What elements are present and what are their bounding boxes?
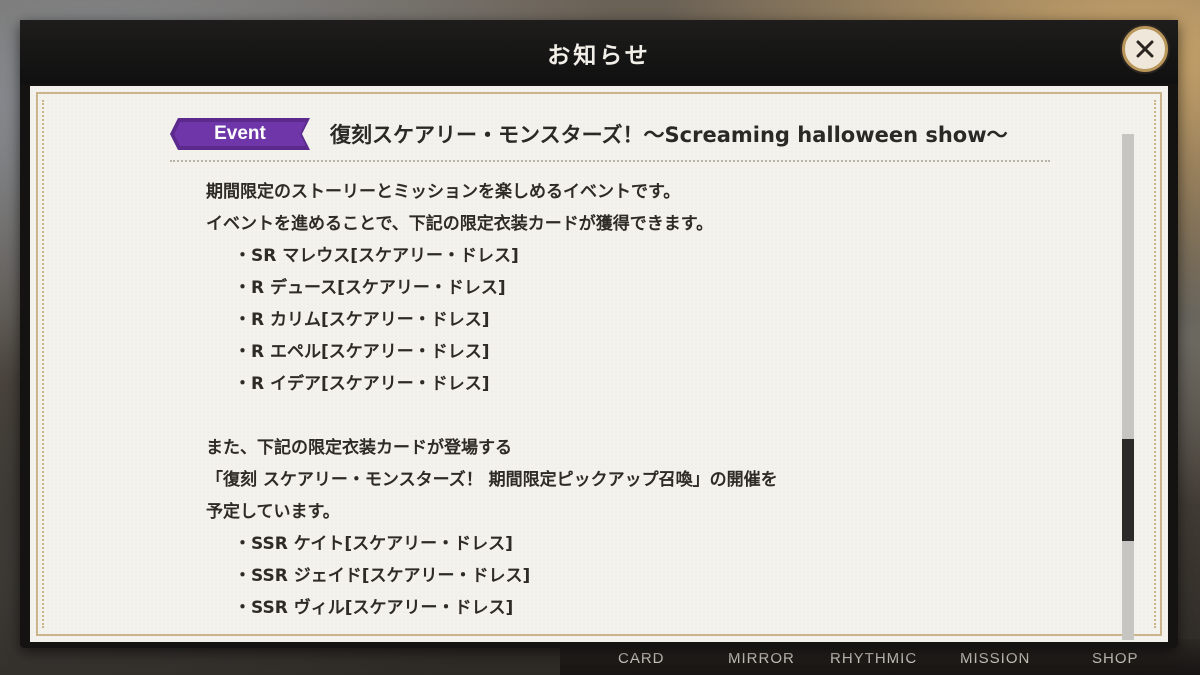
nav-mirror[interactable]: MIRROR: [728, 650, 795, 667]
card-list-item: ・R イデア[スケアリー・ドレス]: [234, 374, 490, 394]
card-list-item: ・SSR ケイト[スケアリー・ドレス]: [234, 534, 513, 554]
dialog-title: お知らせ: [547, 43, 651, 69]
card-list-item: ・R カリム[スケアリー・ドレス]: [234, 310, 490, 330]
notice-body: 期間限定のストーリーとミッションを楽しめるイベントです。 イベントを進めることで…: [206, 176, 1050, 624]
card-list-item: ・R エペル[スケアリー・ドレス]: [234, 342, 490, 362]
card-list-item: ・SSR ヴィル[スケアリー・ドレス]: [234, 598, 514, 618]
notice-title-row: Event 復刻スケアリー・モンスターズ！〜Screaming hallowee…: [170, 116, 1050, 152]
nav-rhythmic[interactable]: RHYTHMIC: [830, 650, 917, 667]
card-list-item: ・SR マレウス[スケアリー・ドレス]: [234, 246, 519, 266]
title-divider: [170, 160, 1050, 162]
notice-title: 復刻スケアリー・モンスターズ！〜Screaming halloween show…: [330, 123, 1008, 147]
notice-content: Event 復刻スケアリー・モンスターズ！〜Screaming hallowee…: [170, 116, 1050, 624]
body-line: イベントを進めることで、下記の限定衣装カードが獲得できます。: [206, 214, 714, 234]
dialog-header: お知らせ: [20, 20, 1178, 84]
nav-card[interactable]: CARD: [618, 650, 665, 667]
notice-dialog: お知らせ Event 復刻スケアリー・モンスターズ！〜Screaming hal…: [20, 20, 1178, 648]
scrollbar-thumb[interactable]: [1122, 439, 1134, 541]
body-line: 「復刻 スケアリー・モンスターズ！ 期間限定ピックアップ召喚」の開催を: [206, 470, 778, 490]
body-line: また、下記の限定衣装カードが登場する: [206, 438, 512, 458]
scrollbar-track[interactable]: [1122, 134, 1134, 640]
body-line: 予定しています。: [206, 502, 340, 522]
body-blank-line: [206, 400, 1050, 432]
event-badge: Event: [170, 118, 310, 150]
nav-mission[interactable]: MISSION: [960, 650, 1030, 667]
card-list-item: ・SSR ジェイド[スケアリー・ドレス]: [234, 566, 531, 586]
close-x-icon: [1136, 40, 1154, 58]
nav-shop[interactable]: SHOP: [1092, 650, 1139, 667]
close-button[interactable]: [1122, 26, 1168, 72]
body-line: 期間限定のストーリーとミッションを楽しめるイベントです。: [206, 182, 681, 202]
card-list-item: ・R デュース[スケアリー・ドレス]: [234, 278, 506, 298]
notice-paper: Event 復刻スケアリー・モンスターズ！〜Screaming hallowee…: [30, 86, 1168, 642]
event-badge-label: Event: [214, 123, 266, 144]
